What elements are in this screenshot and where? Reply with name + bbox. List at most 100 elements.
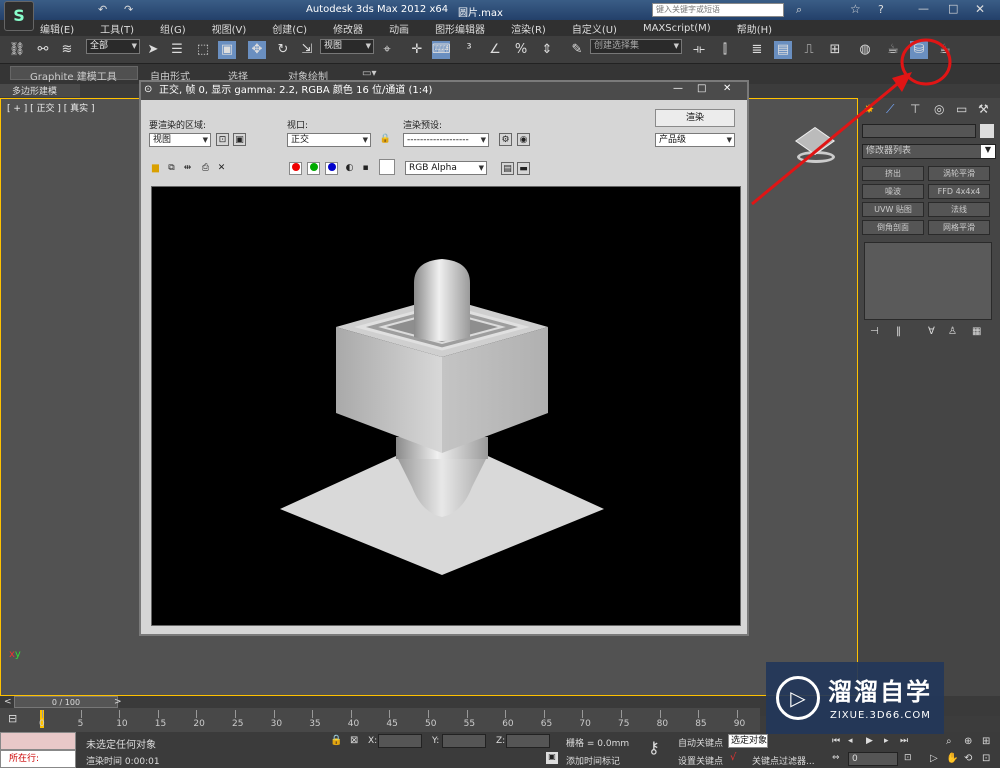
move-icon[interactable]: ✥ <box>248 41 266 59</box>
binoculars-icon[interactable]: ⌕ <box>796 3 802 17</box>
object-color-swatch[interactable] <box>980 124 994 138</box>
noise-button[interactable]: 噪波 <box>862 184 924 199</box>
keyboard-shortcut-icon[interactable]: ⌨ <box>432 41 451 59</box>
absolute-mode-icon[interactable]: ⊠ <box>350 735 358 746</box>
render-setup-small-icon[interactable]: ⚙ <box>499 133 512 146</box>
auto-region-icon[interactable]: ▣ <box>233 133 246 146</box>
rendered-frame-window-icon[interactable]: ⛁ <box>910 41 928 59</box>
menu-tools[interactable]: 工具(T) <box>100 21 134 36</box>
clone-window-icon[interactable]: ⇹ <box>181 162 194 175</box>
swatch-icon[interactable] <box>379 159 395 175</box>
ribbon-sub-label[interactable]: 多边形建模 <box>12 84 57 97</box>
viewport-label[interactable]: [ + ] [ 正交 ] [ 真实 ] <box>7 101 95 114</box>
rotate-icon[interactable]: ↻ <box>274 41 292 59</box>
auto-key-button[interactable]: 自动关键点 <box>678 736 723 749</box>
ffd-button[interactable]: FFD 4x4x4 <box>928 184 990 199</box>
time-slider-prev-icon[interactable]: < <box>4 697 12 707</box>
minimize-icon[interactable]: — <box>918 2 929 15</box>
set-key-button[interactable]: 设置关键点 <box>678 754 723 767</box>
red-channel-icon[interactable] <box>289 162 302 175</box>
render-window-maximize-icon[interactable]: □ <box>697 83 706 94</box>
configure-sets-icon[interactable]: ▦ <box>972 326 981 337</box>
align-icon[interactable]: ⫿ <box>716 41 734 59</box>
menu-modifiers[interactable]: 修改器 <box>333 21 363 36</box>
monochrome-icon[interactable]: ▪ <box>359 162 372 175</box>
maxscript-line[interactable]: 所在行: <box>0 750 76 768</box>
select-object-icon[interactable]: ➤ <box>144 41 162 59</box>
render-preset-dropdown[interactable]: ------------------- <box>403 133 489 147</box>
menu-help[interactable]: 帮助(H) <box>737 21 772 36</box>
lock-viewport-icon[interactable]: 🔒 <box>379 133 392 146</box>
render-window-close-icon[interactable]: ✕ <box>723 83 731 94</box>
zoom-all-icon[interactable]: ⊞ <box>982 736 990 747</box>
make-unique-icon[interactable]: ∀ <box>928 326 935 337</box>
snap-3d-icon[interactable]: ³ <box>460 41 478 59</box>
menu-graph-editors[interactable]: 图形编辑器 <box>435 21 485 36</box>
lock-selection-icon[interactable]: 🔒 <box>330 735 342 746</box>
set-key-icon[interactable]: ⚷ <box>648 738 660 757</box>
edit-region-icon[interactable]: ⊡ <box>216 133 229 146</box>
material-editor-icon[interactable]: ◍ <box>856 41 874 59</box>
green-channel-icon[interactable] <box>307 162 320 175</box>
menu-rendering[interactable]: 渲染(R) <box>511 21 546 36</box>
time-slider-thumb[interactable]: 0 / 100 <box>14 696 118 708</box>
percent-snap-icon[interactable]: % <box>512 41 530 59</box>
menu-maxscript[interactable]: MAXScript(M) <box>643 23 711 34</box>
channel-display-dropdown[interactable]: RGB Alpha <box>405 161 487 175</box>
ref-coord-dropdown[interactable]: 视图 <box>320 39 374 54</box>
select-by-name-icon[interactable]: ☰ <box>168 41 186 59</box>
utilities-tab-icon[interactable]: ⚒ <box>978 102 989 116</box>
field-of-view-icon[interactable]: ▷ <box>930 753 938 764</box>
turbosmooth-button[interactable]: 涡轮平滑 <box>928 166 990 181</box>
z-coord-field[interactable] <box>506 734 550 748</box>
render-setup-icon[interactable]: ☕ <box>884 41 902 59</box>
ribbon-tab-graphite[interactable]: Graphite 建模工具 <box>30 68 117 83</box>
track-bar-icon[interactable]: ⊟ <box>8 712 17 725</box>
orbit-icon[interactable]: ⟲ <box>964 753 972 764</box>
next-frame-icon[interactable]: ▸ <box>884 736 889 746</box>
render-quality-dropdown[interactable]: 产品级 <box>655 133 735 147</box>
modify-tab-icon[interactable]: ⟋ <box>886 102 894 117</box>
key-filters-button[interactable]: 关键点过滤器... <box>752 754 815 767</box>
search-input[interactable]: 键入关键字或短语 <box>652 3 784 17</box>
window-crossing-icon[interactable]: ▣ <box>218 41 236 59</box>
hierarchy-tab-icon[interactable]: ⊤ <box>910 102 920 116</box>
play-icon[interactable]: ▶ <box>866 736 873 746</box>
edit-named-sel-icon[interactable]: ✎ <box>568 41 586 59</box>
maxscript-listener[interactable] <box>0 732 76 750</box>
redo-icon[interactable]: ↷ <box>124 3 133 16</box>
menu-views[interactable]: 视图(V) <box>212 21 247 36</box>
add-time-tag[interactable]: 添加时间标记 <box>566 754 620 767</box>
named-selection-dropdown[interactable]: 创建选择集 <box>590 39 682 54</box>
undo-icon[interactable]: ↶ <box>98 3 107 16</box>
time-tag-icon[interactable]: ▣ <box>546 752 558 764</box>
render-canvas[interactable] <box>151 186 741 626</box>
copy-image-icon[interactable]: ⧉ <box>165 162 178 175</box>
time-slider-next-icon[interactable]: > <box>114 697 122 707</box>
key-filter-icon[interactable]: √ <box>730 752 736 763</box>
maximize-viewport-icon[interactable]: ⊡ <box>982 753 990 764</box>
goto-start-icon[interactable]: ⏮ <box>832 736 840 746</box>
toggle-ui-overlay-icon[interactable]: ▤ <box>501 162 514 175</box>
selection-filter-dropdown[interactable]: 全部 <box>86 39 140 54</box>
key-mode-toggle-icon[interactable]: ⇔ <box>832 753 840 763</box>
help-icon[interactable]: ? <box>878 3 884 16</box>
scale-icon[interactable]: ⇲ <box>298 41 316 59</box>
unlink-icon[interactable]: ⚯ <box>34 41 52 59</box>
extrude-button[interactable]: 挤出 <box>862 166 924 181</box>
menu-customize[interactable]: 自定义(U) <box>572 21 617 36</box>
meshsmooth-button[interactable]: 网格平滑 <box>928 220 990 235</box>
zoom-extents-icon[interactable]: ⊕ <box>964 736 972 747</box>
pin-stack-icon[interactable]: ⊣ <box>870 326 879 337</box>
render-button[interactable]: 渲染 <box>655 109 735 127</box>
current-frame-field[interactable]: 0 <box>848 752 898 766</box>
area-to-render-dropdown[interactable]: 视图 <box>149 133 211 147</box>
modifier-stack[interactable] <box>864 242 992 320</box>
render-window-minimize-icon[interactable]: — <box>673 83 683 94</box>
alpha-channel-icon[interactable]: ◐ <box>343 162 356 175</box>
pivot-icon[interactable]: ⌖ <box>378 41 396 59</box>
y-coord-field[interactable] <box>442 734 486 748</box>
select-manipulate-icon[interactable]: ✛ <box>408 41 426 59</box>
save-image-icon[interactable]: ▆ <box>149 162 162 175</box>
menu-create[interactable]: 创建(C) <box>272 21 307 36</box>
